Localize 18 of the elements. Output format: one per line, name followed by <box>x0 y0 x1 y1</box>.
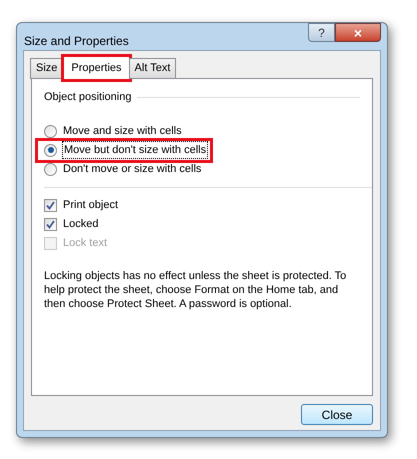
radio-button[interactable] <box>44 162 57 176</box>
info-text: Locking objects has no effect unless the sheet is protected. To help protect the sheet, choose Format on the Home tab, and then choose Protect Sheet. A password is optional. <box>44 268 348 310</box>
tab[interactable]: Alt Text <box>128 58 176 79</box>
tab[interactable]: Properties <box>63 56 130 80</box>
group-title: Object positioning <box>44 90 132 105</box>
help-button[interactable]: ? <box>308 23 335 42</box>
checkbox[interactable] <box>44 218 57 230</box>
window-title: Size and Properties <box>23 33 129 50</box>
checkbox[interactable] <box>44 198 57 212</box>
radio-button[interactable] <box>44 124 57 138</box>
checkbox-label[interactable]: Locked <box>63 216 98 232</box>
tab[interactable]: Size <box>30 58 64 79</box>
radio-label[interactable]: Move but don't size with cells <box>63 142 208 158</box>
checkbox-label[interactable]: Print object <box>63 196 118 214</box>
radio-label[interactable]: Move and size with cells <box>63 122 182 140</box>
close-button[interactable]: Close <box>301 404 373 425</box>
radio-button[interactable] <box>44 144 57 156</box>
radio-label[interactable]: Don't move or size with cells <box>63 160 202 178</box>
